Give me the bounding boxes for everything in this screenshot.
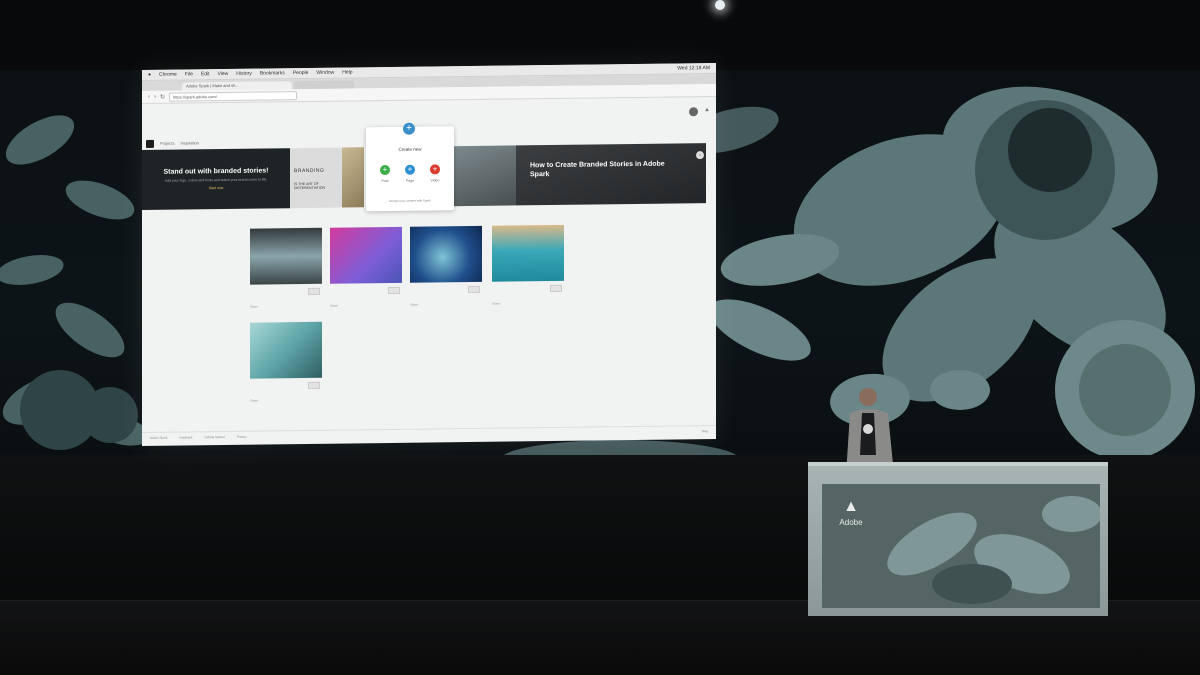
project-meta (250, 287, 322, 297)
menu-item[interactable]: File (185, 71, 193, 77)
popover-footer: Design your content with Spark (389, 198, 431, 203)
project-badge (550, 284, 562, 293)
project-meta (410, 285, 482, 295)
podium: ▲ Adobe (808, 462, 1108, 616)
keynote-stage: ● Chrome File Edit View History Bookmark… (0, 0, 1200, 675)
project-meta (492, 284, 564, 294)
adobe-icon: ▲ (843, 498, 859, 515)
project-thumbnail[interactable] (330, 226, 402, 284)
footer-link[interactable]: Getting Started (205, 434, 225, 438)
option-label: Page (405, 178, 415, 183)
menu-item[interactable]: Help (342, 69, 352, 75)
app-footer: Adobe Spark Feedback Getting Started Pri… (142, 424, 716, 442)
browser-tab[interactable] (294, 80, 354, 90)
project-card[interactable]: Share (250, 227, 322, 309)
arrow-right-icon[interactable]: › (696, 151, 704, 160)
menu-item[interactable]: Window (316, 70, 334, 76)
project-share[interactable]: Share (330, 303, 402, 308)
create-video-button[interactable]: + (430, 164, 440, 175)
apple-icon[interactable]: ● (148, 72, 151, 78)
footer-link[interactable]: Blog (702, 429, 708, 433)
address-input[interactable]: https://spark.adobe.com/ (169, 90, 298, 102)
branding-card[interactable]: BRANDING IS THE ART OF DIFFERENTIATION (290, 147, 342, 209)
card-subheading: IS THE ART OF DIFFERENTIATION (294, 181, 326, 191)
plus-icon[interactable]: + (403, 122, 415, 135)
podium-brand: Adobe (839, 518, 863, 527)
footer-link[interactable]: Feedback (179, 435, 192, 439)
tab-projects[interactable]: Projects (160, 141, 174, 146)
branded-stories-card[interactable]: Stand out with branded stories! Add your… (142, 148, 290, 210)
how-to-card[interactable]: How to Create Branded Stories in Adobe S… (516, 143, 706, 206)
card-body: Add your logo, colors and fonts and watc… (164, 177, 268, 183)
option-label: Post (381, 178, 389, 184)
project-card[interactable]: Share (330, 226, 402, 308)
photo-card[interactable] (450, 145, 516, 207)
photo-card[interactable] (342, 147, 364, 208)
project-share[interactable]: Share (410, 302, 482, 307)
menu-item[interactable]: Bookmarks (260, 70, 285, 76)
footer-link[interactable]: Privacy (237, 434, 247, 438)
project-card[interactable]: Share (492, 224, 564, 306)
project-thumbnail[interactable] (250, 321, 322, 379)
menu-item[interactable]: History (236, 71, 252, 77)
project-thumbnail[interactable] (410, 225, 482, 283)
footer-link[interactable]: Adobe Spark (150, 435, 167, 439)
menu-item[interactable]: View (218, 71, 229, 77)
project-meta (250, 381, 322, 391)
create-new-popover: + Create new + + + Post Page Video Desig… (366, 122, 454, 212)
back-icon[interactable]: ‹ (148, 94, 150, 100)
project-badge (468, 285, 480, 294)
project-share[interactable]: Share (250, 304, 322, 309)
project-meta (330, 286, 402, 296)
create-post-button[interactable]: + (380, 164, 390, 176)
user-icon[interactable] (689, 107, 698, 117)
adobe-icon[interactable]: ▲ (704, 107, 710, 113)
adobe-podium-logo: ▲ Adobe (836, 498, 866, 542)
option-label: Video (430, 178, 440, 183)
card-heading: How to Create Branded Stories in Adobe S… (530, 160, 665, 179)
project-badge (308, 287, 320, 295)
project-card[interactable]: Share (410, 225, 482, 307)
project-share[interactable]: Share (492, 301, 564, 306)
card-heading: Stand out with branded stories! (163, 167, 269, 176)
menu-item[interactable]: Chrome (159, 72, 177, 78)
projected-screen: ● Chrome File Edit View History Bookmark… (142, 62, 716, 447)
project-share[interactable]: Share (250, 398, 322, 403)
tab-inspiration[interactable]: Inspiration (180, 140, 198, 145)
stage-light (715, 0, 725, 10)
project-card[interactable]: Share (250, 321, 322, 403)
forward-icon[interactable]: › (154, 94, 156, 100)
popover-title: Create new (398, 146, 422, 152)
card-cta[interactable]: Start now (209, 186, 224, 190)
project-badge (388, 286, 400, 294)
menu-item[interactable]: People (293, 70, 309, 76)
project-thumbnail[interactable] (250, 227, 322, 285)
card-heading: BRANDING (294, 167, 325, 175)
create-page-button[interactable]: + (405, 164, 415, 175)
podium-panel: ▲ Adobe (822, 484, 1100, 608)
spark-logo[interactable] (146, 139, 154, 148)
app-nav: Projects Inspiration (160, 140, 199, 145)
browser-tab-active[interactable]: Adobe Spark | Make and sh... (182, 81, 292, 91)
menu-item[interactable]: Edit (201, 71, 210, 77)
menubar-clock: Wed 12:18 AM (677, 65, 710, 72)
project-badge (308, 381, 320, 389)
project-thumbnail[interactable] (492, 224, 564, 282)
reload-icon[interactable]: ↻ (160, 93, 165, 100)
